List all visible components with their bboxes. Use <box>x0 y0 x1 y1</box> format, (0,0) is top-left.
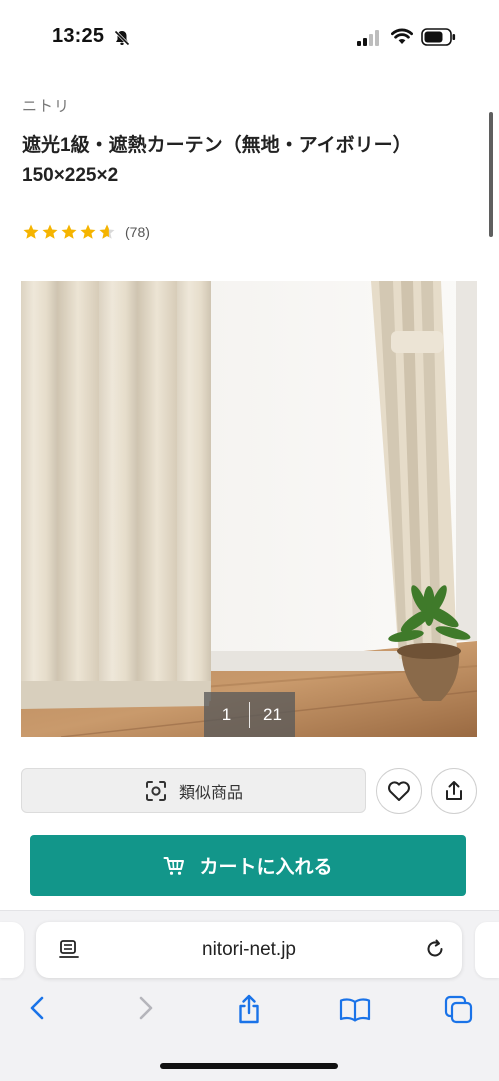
rating-summary[interactable]: (78) <box>22 222 150 242</box>
page-scroll-indicator[interactable] <box>489 112 493 237</box>
heart-icon <box>387 780 411 802</box>
next-tab-preview[interactable] <box>475 922 499 978</box>
home-indicator[interactable] <box>160 1063 338 1069</box>
status-time: 13:25 <box>52 25 104 48</box>
star-icon <box>79 223 97 241</box>
visual-search-icon <box>144 779 168 803</box>
gallery-current: 1 <box>204 705 249 725</box>
address-bar[interactable]: nitori-net.jp <box>36 922 462 978</box>
cellular-signal-icon <box>357 30 383 46</box>
similar-products-label: 類似商品 <box>179 779 243 803</box>
similar-products-button[interactable]: 類似商品 <box>21 768 366 813</box>
brand-name[interactable]: ニトリ <box>22 95 70 116</box>
reload-icon[interactable] <box>424 938 446 960</box>
product-title-line2: 150×225×2 <box>22 161 462 191</box>
add-to-cart-label: カートに入れる <box>199 852 332 879</box>
star-icon <box>41 223 59 241</box>
add-to-cart-button[interactable]: カートに入れる <box>30 835 466 896</box>
battery-icon <box>421 28 457 46</box>
status-bar: 13:25 <box>0 0 499 75</box>
previous-tab-preview[interactable] <box>0 922 24 978</box>
back-icon[interactable] <box>27 995 49 1021</box>
gallery-counter: 1 21 <box>204 692 295 737</box>
star-icon <box>22 223 40 241</box>
bookmarks-icon[interactable] <box>338 997 372 1023</box>
browser-chrome: nitori-net.jp <box>0 910 499 1081</box>
favorite-button[interactable] <box>376 768 422 814</box>
tabs-icon[interactable] <box>444 995 474 1025</box>
forward-icon[interactable] <box>134 995 156 1021</box>
bell-muted-icon <box>113 29 131 47</box>
cart-icon <box>163 856 185 876</box>
star-icon <box>60 223 78 241</box>
share-icon <box>443 779 465 803</box>
product-title-line1: 遮光1級・遮熱カーテン（無地・アイボリー） <box>22 131 462 161</box>
product-title: 遮光1級・遮熱カーテン（無地・アイボリー） 150×225×2 <box>22 131 462 191</box>
review-count: (78) <box>125 224 150 240</box>
half-star-icon <box>98 223 116 241</box>
wifi-icon <box>391 27 413 45</box>
url-text[interactable]: nitori-net.jp <box>36 939 462 961</box>
share-icon[interactable] <box>236 993 262 1025</box>
product-image[interactable] <box>21 281 477 737</box>
curtain-photo <box>21 281 477 737</box>
share-button[interactable] <box>431 768 477 814</box>
star-rating <box>22 223 116 241</box>
gallery-total: 21 <box>250 705 295 725</box>
